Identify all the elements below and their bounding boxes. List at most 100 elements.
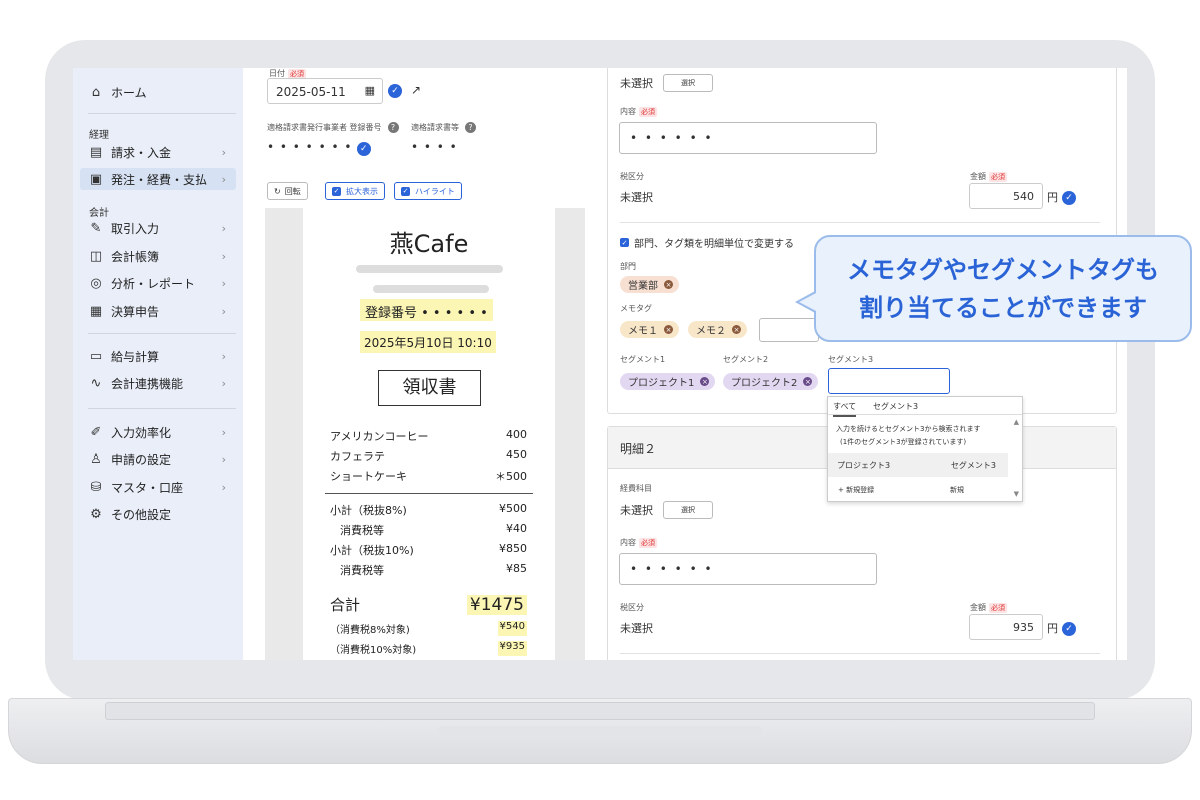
- tax-category-value: 未選択: [620, 191, 653, 204]
- tag-label: プロジェクト1: [628, 378, 695, 389]
- tax-value: ¥40: [506, 522, 527, 535]
- receipt-line: 小計（税抜10%) ¥850: [330, 542, 527, 558]
- link-icon: ∿: [90, 375, 102, 391]
- highlight-label: ハイライト: [415, 186, 455, 196]
- dropdown-hint: 入力を続けるとセグメント3から検索されます: [836, 425, 981, 433]
- sidebar-item-application[interactable]: ♙ 申請の設定 ›: [80, 448, 236, 470]
- account-select-button[interactable]: 選択: [663, 501, 713, 519]
- calendar-icon[interactable]: ▦: [365, 84, 375, 97]
- zoom-toggle[interactable]: ✓ 拡大表示: [325, 182, 385, 200]
- tag-label: 営業部: [628, 281, 658, 292]
- highlight-toggle[interactable]: ✓ ハイライト: [394, 182, 462, 200]
- sidebar-item-invoice[interactable]: ▤ 請求・入金 ›: [80, 141, 236, 163]
- memo-tag[interactable]: メモ１ ×: [620, 321, 679, 338]
- divider: [620, 222, 1100, 223]
- item-name: ショートケーキ: [330, 470, 407, 483]
- database-icon: ⛁: [90, 479, 102, 495]
- expense-form: 未選択 選択 内容 必須 • • • • • • 税区分 未選択 金額 必須 540 …: [607, 68, 1117, 660]
- segment2-tag[interactable]: プロジェクト2 ×: [723, 373, 819, 390]
- required-badge: 必須: [639, 107, 657, 117]
- option-type: セグメント3: [950, 460, 996, 470]
- per-line-checkbox[interactable]: ✓ 部門、タグ類を明細単位で変更する: [620, 235, 794, 250]
- content-textarea[interactable]: • • • • • •: [619, 122, 877, 154]
- tax-category-label: 税区分: [620, 172, 644, 181]
- divider: [88, 113, 236, 114]
- target-label: （消費税10%対象): [330, 645, 417, 656]
- blurred-text: [356, 265, 503, 273]
- remove-icon[interactable]: ×: [664, 280, 673, 289]
- receipt-registration: 登録番号 • • • • • •: [360, 299, 493, 321]
- sidebar-item-settlement[interactable]: ▦ 決算申告 ›: [80, 300, 236, 322]
- scroll-up-icon[interactable]: ▲: [1014, 418, 1019, 426]
- tab-segment3[interactable]: セグメント3: [873, 401, 918, 412]
- remove-icon[interactable]: ×: [700, 377, 710, 386]
- divider: [88, 408, 236, 409]
- sidebar-item-home[interactable]: ⌂ ホーム: [80, 81, 236, 103]
- rotate-button[interactable]: ↻ 回転: [267, 182, 308, 200]
- content-label: 内容 必須: [620, 537, 657, 548]
- sidebar-item-label: その他設定: [111, 507, 172, 522]
- external-link-icon[interactable]: ↗: [411, 83, 421, 97]
- target-value: ¥540: [497, 621, 527, 636]
- card-icon: ▭: [89, 348, 103, 364]
- target-value: ¥935: [497, 641, 527, 656]
- document-icon: ▤: [89, 144, 103, 160]
- target-label: （消費税8%対象): [330, 625, 410, 636]
- sidebar-item-analysis[interactable]: ◎ 分析・レポート ›: [80, 272, 236, 294]
- chevron-right-icon: ›: [221, 221, 226, 235]
- total-value: ¥1475: [466, 594, 527, 615]
- registration-value: • • • • • • • ✓: [267, 140, 372, 156]
- content-textarea[interactable]: • • • • • •: [619, 553, 877, 585]
- help-icon[interactable]: ?: [387, 122, 399, 133]
- amount-input[interactable]: 540: [969, 183, 1043, 209]
- date-input[interactable]: 2025-05-11 ▦: [267, 78, 383, 104]
- memo-tag[interactable]: メモ２ ×: [688, 321, 747, 338]
- remove-icon[interactable]: ×: [803, 377, 813, 386]
- sidebar-item-label: 発注・経費・支払: [111, 172, 208, 187]
- dropdown-tabs: [828, 397, 1022, 415]
- amount-input[interactable]: 935: [969, 614, 1043, 640]
- sidebar-section-label: 経理: [89, 130, 109, 141]
- chevron-right-icon: ›: [221, 425, 226, 439]
- gear-icon: ⚙: [90, 506, 102, 522]
- book-icon: ◫: [89, 248, 103, 264]
- sidebar-item-payroll[interactable]: ▭ 給与計算 ›: [80, 345, 236, 367]
- sidebar-item-label: 取引入力: [111, 221, 160, 236]
- segment3-label: セグメント3: [828, 355, 874, 364]
- sidebar-item-other[interactable]: ⚙ その他設定: [80, 503, 236, 525]
- amount-label: 金額 必須: [970, 171, 1007, 182]
- dropdown-option[interactable]: プロジェクト3 セグメント3: [828, 453, 1008, 477]
- shop-name: 燕Cafe: [389, 230, 469, 258]
- sidebar-item-order[interactable]: ▣ 発注・経費・支払 ›: [80, 168, 236, 190]
- sidebar-item-efficiency[interactable]: ✐ 入力効率化 ›: [80, 421, 236, 443]
- account-select-button[interactable]: 選択: [663, 74, 713, 92]
- subtotal-value: ¥500: [499, 502, 527, 515]
- dropdown-new-option[interactable]: + 新規登録 新規: [828, 481, 1008, 499]
- receipt-line: カフェラテ 450: [330, 448, 527, 464]
- scroll-down-icon[interactable]: ▼: [1014, 490, 1019, 498]
- sidebar-item-master[interactable]: ⛁ マスタ・口座 ›: [80, 476, 236, 498]
- segment3-input[interactable]: [828, 368, 950, 394]
- tab-all[interactable]: すべて: [833, 401, 857, 417]
- remove-icon[interactable]: ×: [732, 325, 741, 334]
- receipt-line: （消費税10%対象) ¥935: [330, 641, 527, 656]
- sidebar-item-accounting-link[interactable]: ∿ 会計連携機能 ›: [80, 372, 236, 394]
- segment3-dropdown: すべて セグメント3 入力を続けるとセグメント3から検索されます (1件のセグメ…: [827, 396, 1023, 502]
- segment2-label: セグメント2: [723, 355, 769, 364]
- sidebar-item-transaction[interactable]: ✎ 取引入力 ›: [80, 217, 236, 239]
- account-value: 未選択: [620, 77, 653, 90]
- segment1-tag[interactable]: プロジェクト1 ×: [620, 373, 716, 390]
- registration-label: 適格請求書発行事業者 登録番号?: [267, 122, 399, 133]
- department-tag[interactable]: 営業部 ×: [620, 276, 679, 293]
- remove-icon[interactable]: ×: [664, 325, 673, 334]
- report-icon: ▦: [89, 303, 103, 319]
- laptop-keyboard: [105, 702, 1095, 720]
- memo-tag-input[interactable]: [759, 318, 819, 342]
- registration-label-text: 適格請求書発行事業者 登録番号: [267, 123, 382, 132]
- chevron-right-icon: ›: [221, 145, 226, 159]
- laptop-trackpad: [438, 726, 762, 736]
- help-icon[interactable]: ?: [465, 122, 476, 133]
- sidebar-item-ledger[interactable]: ◫ 会計帳簿 ›: [80, 245, 236, 267]
- tag-label: メモ１: [628, 326, 658, 337]
- checkbox-checked-icon: ✓: [332, 186, 341, 196]
